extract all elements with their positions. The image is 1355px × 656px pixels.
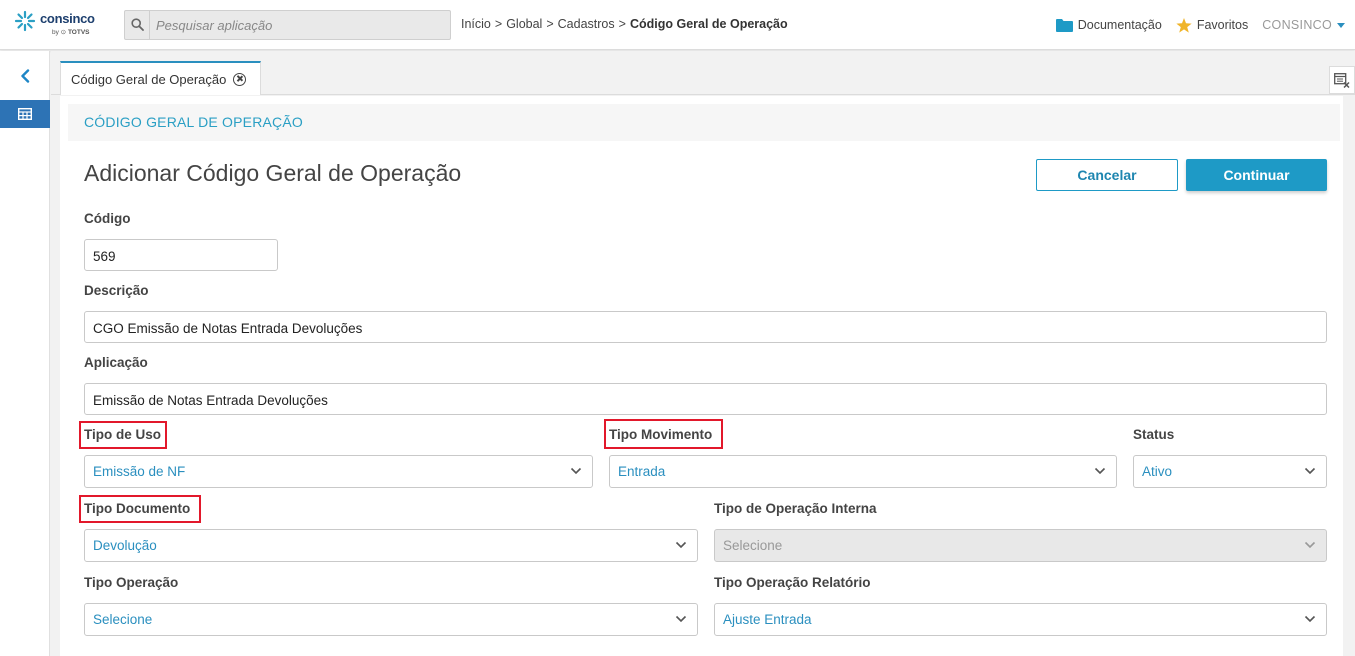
top-right-nav: Documentação Favoritos CONSINCO [1042, 14, 1345, 36]
breadcrumb-separator: > [494, 17, 503, 31]
brand-logo[interactable]: consinco by ⊙ TOTVS [14, 9, 114, 41]
logo-star-icon [14, 10, 36, 32]
breadcrumb: Início > Global > Cadastros > Código Geral de … [461, 17, 788, 31]
tipo-uso-value: Emissão de NF [93, 464, 186, 479]
highlight-tipo-documento [79, 495, 201, 523]
tipo-uso-select[interactable]: Emissão de NF [84, 455, 593, 488]
chevron-down-icon [570, 467, 582, 475]
chevron-down-icon [1094, 467, 1106, 475]
sidebar-collapse-button[interactable] [0, 63, 50, 89]
tipo-documento-value: Devolução [93, 538, 157, 553]
tipo-operacao-value: Selecione [93, 612, 153, 627]
aplicacao-field-box [84, 383, 1327, 415]
favorites-label: Favoritos [1196, 18, 1249, 32]
breadcrumb-separator: > [618, 17, 626, 31]
brand-name: consinco [40, 11, 95, 26]
tipo-operacao-select[interactable]: Selecione [84, 603, 698, 636]
main-content: CÓDIGO GERAL DE OPERAÇÃO Adicionar Códig… [60, 96, 1343, 656]
tipo-operacao-relatorio-label: Tipo Operação Relatório [714, 575, 871, 590]
brand-sub: by ⊙ TOTVS [52, 29, 90, 36]
documentation-link[interactable]: Documentação [1055, 18, 1162, 32]
codigo-label: Código [84, 211, 131, 226]
chevron-down-icon [1304, 541, 1316, 549]
codigo-field[interactable] [93, 246, 269, 266]
highlight-tipo-uso [79, 421, 167, 449]
highlight-tipo-movimento [604, 419, 723, 449]
chevron-down-icon [1304, 615, 1316, 623]
clear-tabs-icon [1334, 72, 1350, 88]
descricao-label: Descrição [84, 283, 149, 298]
sidebar-item-applications[interactable] [0, 100, 50, 128]
brand-sub-name: TOTVS [67, 29, 90, 36]
aplicacao-field[interactable] [93, 390, 1318, 410]
close-circle-icon[interactable] [233, 72, 247, 86]
tipo-operacao-interna-value: Selecione [723, 538, 783, 553]
tipo-operacao-relatorio-select[interactable]: Ajuste Entrada [714, 603, 1327, 636]
grid-icon [18, 108, 32, 120]
page-header: CÓDIGO GERAL DE OPERAÇÃO [68, 104, 1340, 141]
tipo-documento-select[interactable]: Devolução [84, 529, 698, 562]
cancel-button[interactable]: Cancelar [1036, 159, 1178, 191]
search-box[interactable] [124, 10, 451, 40]
chevron-down-icon [675, 615, 687, 623]
tipo-operacao-interna-select: Selecione [714, 529, 1327, 562]
page-title: Adicionar Código Geral de Operação [84, 160, 462, 186]
back-chevron-icon [21, 69, 30, 83]
breadcrumb-current: Código Geral de Operação [629, 17, 788, 31]
user-menu[interactable]: CONSINCO [1262, 18, 1345, 32]
search-icon[interactable] [125, 11, 150, 39]
tipo-operacao-relatorio-value: Ajuste Entrada [723, 612, 812, 627]
tab-bar: Código Geral de Operação [51, 51, 1355, 95]
breadcrumb-inicio[interactable]: Início [461, 17, 491, 31]
breadcrumb-cadastros[interactable]: Cadastros [558, 17, 615, 31]
tab-codigo-geral-operacao[interactable]: Código Geral de Operação [60, 61, 261, 95]
brand-by: by [52, 29, 59, 36]
top-bar: consinco by ⊙ TOTVS Início>Global>Cadast… [0, 0, 1355, 50]
descricao-field-box [84, 311, 1327, 343]
sidebar [0, 51, 50, 656]
status-label: Status [1133, 427, 1175, 442]
breadcrumb-global[interactable]: Global [506, 17, 542, 31]
breadcrumb-separator: > [546, 17, 554, 31]
favorites-link[interactable]: Favoritos [1176, 17, 1249, 33]
user-name: CONSINCO [1262, 18, 1332, 32]
star-icon [1176, 17, 1192, 33]
continue-button[interactable]: Continuar [1186, 159, 1327, 191]
documentation-label: Documentação [1077, 18, 1162, 32]
tipo-movimento-select[interactable]: Entrada [609, 455, 1117, 488]
descricao-field[interactable] [93, 318, 1318, 338]
status-select[interactable]: Ativo [1133, 455, 1327, 488]
search-input[interactable] [156, 15, 441, 35]
chevron-down-icon [1304, 467, 1316, 475]
tipo-operacao-interna-label: Tipo de Operação Interna [714, 501, 877, 516]
tab-label: Código Geral de Operação [71, 71, 227, 87]
caret-down-icon [1337, 22, 1345, 28]
folder-icon [1055, 19, 1073, 32]
tipo-movimento-value: Entrada [618, 464, 666, 479]
tipo-operacao-label: Tipo Operação [84, 575, 179, 590]
chevron-down-icon [675, 541, 687, 549]
aplicacao-label: Aplicação [84, 355, 148, 370]
codigo-field-box [84, 239, 278, 271]
status-value: Ativo [1142, 464, 1173, 479]
clear-tabs-button[interactable] [1329, 66, 1355, 94]
